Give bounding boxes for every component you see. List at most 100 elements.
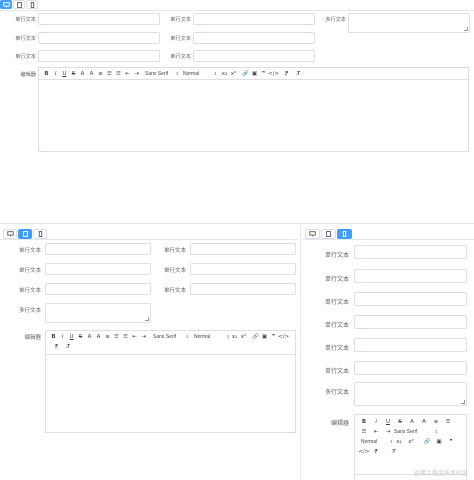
textarea-input[interactable] — [45, 303, 151, 323]
bullet-list-button[interactable]: ☰ — [121, 332, 130, 342]
quote-button[interactable]: ❞ — [269, 332, 278, 342]
image-button[interactable]: ▣ — [433, 437, 445, 447]
font-select[interactable]: Sans Serif ⇕ — [153, 332, 189, 342]
image-button[interactable]: ▣ — [260, 332, 269, 342]
text-input[interactable] — [193, 32, 315, 44]
font-select-value: Sans Serif — [145, 71, 169, 77]
font-color-button[interactable]: A — [85, 332, 94, 342]
indent-button[interactable]: ⇥ — [139, 332, 148, 342]
rich-text-editor[interactable]: B I U S A A ≡ ☰ ☰ ⇤ ⇥ Sans Serif ⇕ Normal… — [45, 330, 296, 433]
direction-button[interactable]: ⁋ — [370, 447, 382, 457]
bullet-list-button[interactable]: ☰ — [358, 427, 370, 437]
size-select[interactable]: Normal ⇕ — [194, 332, 230, 342]
resize-handle[interactable] — [145, 317, 149, 321]
text-input[interactable] — [38, 13, 160, 25]
clean-format-button[interactable]: T̸ — [388, 447, 400, 457]
mobile-tab[interactable] — [337, 229, 352, 239]
font-select[interactable]: Sans Serif ⇕ — [394, 427, 438, 437]
outdent-button[interactable]: ⇤ — [370, 427, 382, 437]
subscript-button[interactable]: x₂ — [230, 332, 239, 342]
text-input[interactable] — [45, 283, 151, 295]
quote-button[interactable]: ❞ — [445, 437, 457, 447]
code-button[interactable]: </> — [358, 447, 370, 457]
link-button[interactable]: 🔗 — [251, 332, 260, 342]
direction-button[interactable]: ⁋ — [52, 342, 61, 352]
background-color-button[interactable]: A — [94, 332, 103, 342]
background-color-button[interactable]: A — [87, 69, 96, 79]
bold-button[interactable]: B — [358, 417, 370, 427]
align-button[interactable]: ≡ — [96, 69, 105, 79]
tablet-tab[interactable] — [13, 0, 25, 9]
clean-format-button[interactable]: T̸ — [294, 69, 303, 79]
italic-button[interactable]: I — [58, 332, 67, 342]
text-input[interactable] — [354, 292, 467, 306]
ordered-list-button[interactable]: ☰ — [442, 417, 454, 427]
underline-button[interactable]: U — [67, 332, 76, 342]
font-color-button[interactable]: A — [78, 69, 87, 79]
image-button[interactable]: ▣ — [250, 69, 259, 79]
text-input[interactable] — [45, 263, 151, 275]
resize-handle[interactable] — [461, 400, 465, 404]
ordered-list-button[interactable]: ☰ — [112, 332, 121, 342]
desktop-tab[interactable] — [0, 0, 12, 9]
outdent-button[interactable]: ⇤ — [123, 69, 132, 79]
italic-button[interactable]: I — [370, 417, 382, 427]
tablet-tab[interactable] — [321, 229, 336, 239]
mobile-tab[interactable] — [33, 229, 47, 239]
phone-icon — [38, 231, 42, 237]
bold-button[interactable]: B — [49, 332, 58, 342]
mobile-tab[interactable] — [26, 0, 38, 9]
clean-format-button[interactable]: T̸ — [64, 342, 73, 352]
text-input[interactable] — [38, 50, 160, 62]
text-input[interactable] — [354, 315, 467, 329]
ordered-list-button[interactable]: ☰ — [105, 69, 114, 79]
indent-button[interactable]: ⇥ — [382, 427, 394, 437]
tablet-tab[interactable] — [18, 229, 32, 239]
desktop-tab[interactable] — [3, 229, 17, 239]
text-input[interactable] — [354, 245, 467, 259]
desktop-tab[interactable] — [305, 229, 320, 239]
text-input[interactable] — [193, 13, 315, 25]
superscript-button[interactable]: x² — [405, 437, 417, 447]
strike-button[interactable]: S — [76, 332, 85, 342]
bold-button[interactable]: B — [42, 69, 51, 79]
align-button[interactable]: ≡ — [430, 417, 442, 427]
rich-text-editor[interactable]: B I U S A A ≡ ☰ ☰ ⇤ ⇥ Sans Serif ⇕ Normal… — [38, 67, 469, 152]
italic-button[interactable]: I — [51, 69, 60, 79]
font-select[interactable]: Sans Serif ⇕ — [145, 69, 179, 79]
font-color-button[interactable]: A — [406, 417, 418, 427]
text-input[interactable] — [190, 283, 296, 295]
link-button[interactable]: 🔗 — [421, 437, 433, 447]
bullet-list-button[interactable]: ☰ — [114, 69, 123, 79]
quote-button[interactable]: ❞ — [259, 69, 268, 79]
text-input[interactable] — [190, 243, 296, 255]
size-select[interactable]: Normal ⇕ — [361, 437, 393, 447]
align-button[interactable]: ≡ — [103, 332, 112, 342]
text-input[interactable] — [354, 361, 467, 375]
superscript-button[interactable]: x² — [239, 332, 248, 342]
resize-handle[interactable] — [464, 27, 468, 31]
indent-button[interactable]: ⇥ — [132, 69, 141, 79]
text-input[interactable] — [190, 263, 296, 275]
textarea-input[interactable] — [354, 382, 467, 406]
text-input[interactable] — [193, 50, 315, 62]
superscript-button[interactable]: x² — [229, 69, 238, 79]
code-button[interactable]: </> — [278, 332, 289, 342]
size-select[interactable]: Normal ⇕ — [183, 69, 217, 79]
underline-button[interactable]: U — [382, 417, 394, 427]
strike-button[interactable]: S — [69, 69, 78, 79]
strike-button[interactable]: S — [394, 417, 406, 427]
outdent-button[interactable]: ⇤ — [130, 332, 139, 342]
subscript-button[interactable]: x₂ — [220, 69, 229, 79]
textarea-input[interactable] — [348, 13, 470, 33]
link-button[interactable]: 🔗 — [241, 69, 250, 79]
text-input[interactable] — [354, 338, 467, 352]
text-input[interactable] — [45, 243, 151, 255]
direction-button[interactable]: ⁋ — [282, 69, 291, 79]
text-input[interactable] — [38, 32, 160, 44]
code-button[interactable]: </> — [268, 69, 279, 79]
underline-button[interactable]: U — [60, 69, 69, 79]
background-color-button[interactable]: A — [418, 417, 430, 427]
subscript-button[interactable]: x₂ — [393, 437, 405, 447]
text-input[interactable] — [354, 269, 467, 283]
